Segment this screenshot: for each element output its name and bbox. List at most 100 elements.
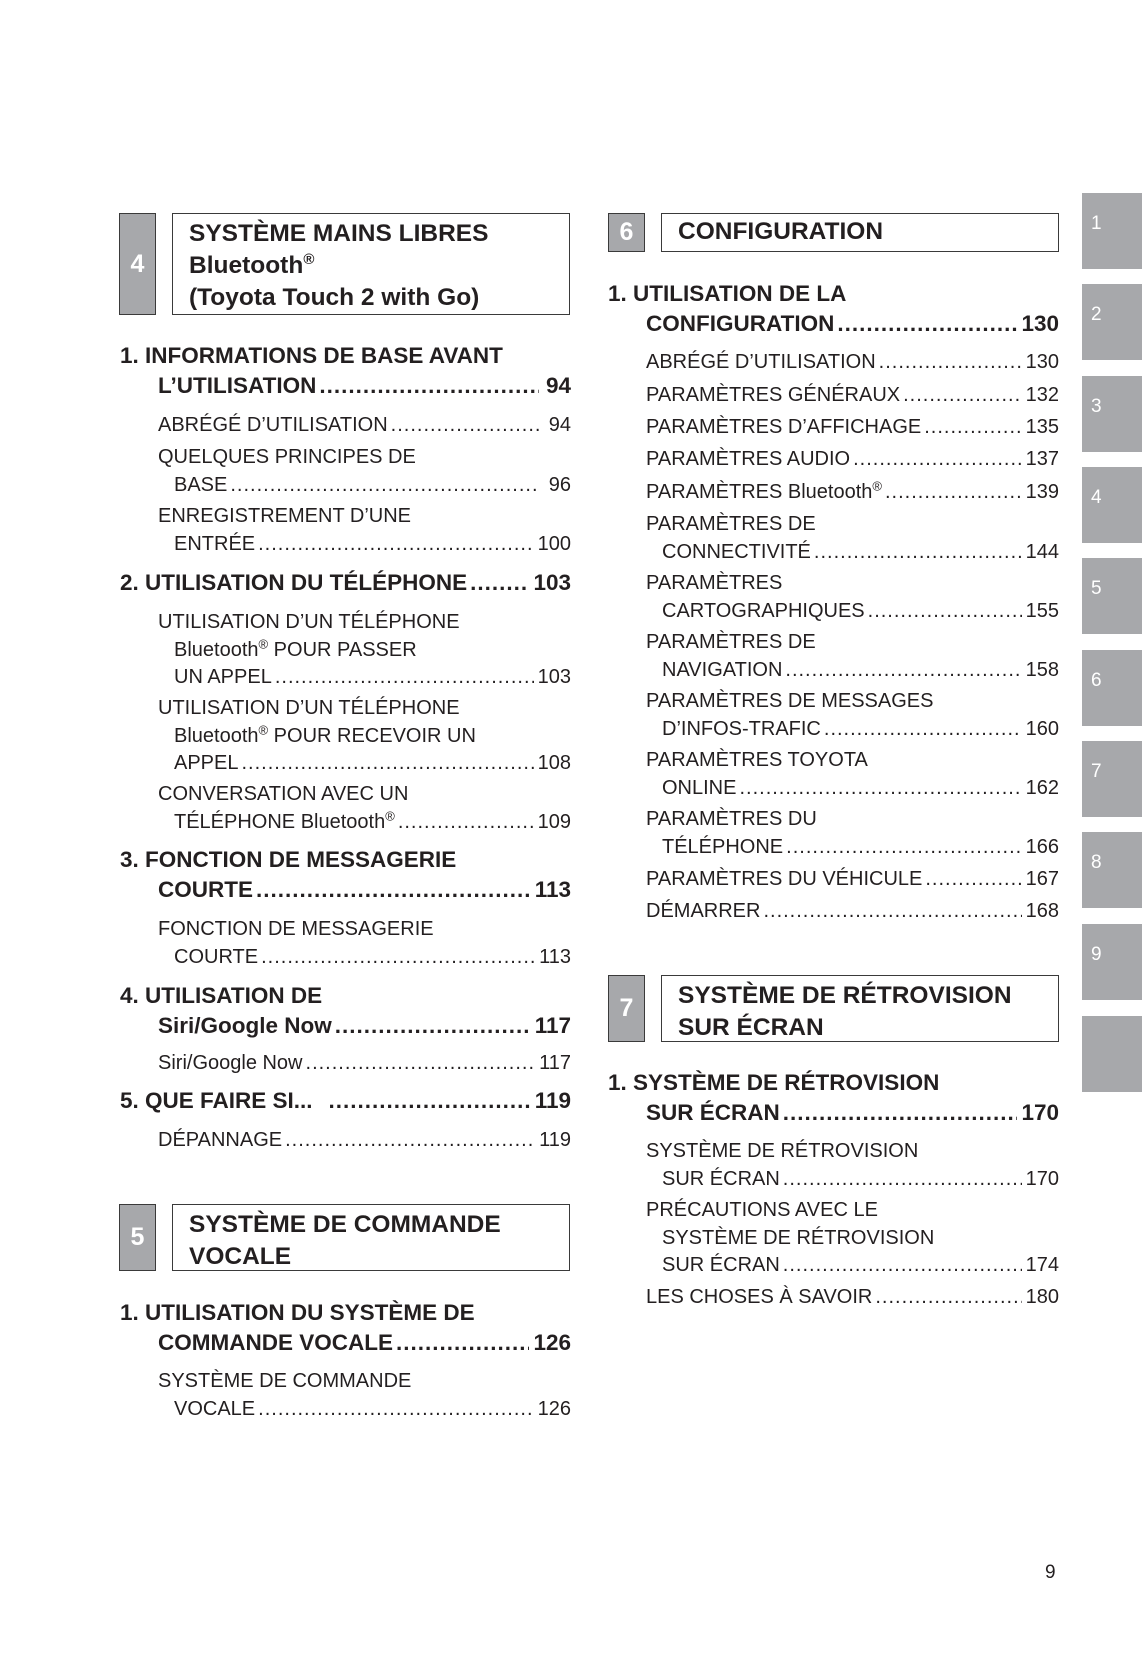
page-ref: 117 <box>539 1052 571 1074</box>
page-ref: 180 <box>1025 1286 1059 1308</box>
side-tab-label: 3 <box>1091 396 1102 417</box>
toc-item[interactable]: ABRÉGÉ D’UTILISATION 130 <box>646 349 1059 377</box>
page-ref: 108 <box>537 752 571 774</box>
item-title: UTILISATION D’UN TÉLÉPHONE <box>158 697 460 719</box>
toc-item[interactable]: PARAMÈTRES DE MESSAGES D’INFOS-TRAFIC 160 <box>646 688 1059 743</box>
toc-item[interactable]: PRÉCAUTIONS AVEC LE SYSTÈME DE RÉTROVISI… <box>646 1197 1059 1280</box>
leader-dots <box>924 414 1021 442</box>
leader-dots <box>837 309 1017 339</box>
page-ref: 155 <box>1025 599 1059 622</box>
side-tab-label: 1 <box>1091 213 1102 234</box>
item-title: ABRÉGÉ D’UTILISATION <box>158 414 388 436</box>
section-title: 1. INFORMATIONS DE BASE AVANT <box>120 343 503 368</box>
section-title: CONFIGURATION <box>646 311 835 336</box>
side-tab-9[interactable]: 9 <box>1082 924 1142 1000</box>
toc-section[interactable]: 1. UTILISATION DU SYSTÈME DE COMMANDE VO… <box>120 1298 571 1358</box>
toc-item[interactable]: PARAMÈTRES DU TÉLÉPHONE 166 <box>646 806 1059 861</box>
leader-dots <box>783 1098 1018 1128</box>
page-ref: 135 <box>1025 416 1059 438</box>
chapter-number-badge[interactable]: 7 <box>608 975 645 1042</box>
toc-item[interactable]: PARAMÈTRES TOYOTA ONLINE 162 <box>646 747 1059 802</box>
item-title: Siri/Google Now <box>158 1052 303 1074</box>
toc-item[interactable]: DÉPANNAGE 119 <box>158 1127 571 1155</box>
toc-item[interactable]: PARAMÈTRES CARTOGRAPHIQUES 155 <box>646 570 1059 625</box>
side-tab-1[interactable]: 1 <box>1082 193 1142 269</box>
item-title: PARAMÈTRES DE <box>646 513 816 535</box>
leader-dots <box>306 1050 536 1078</box>
page-ref: 158 <box>1025 658 1059 681</box>
section-title: 4. UTILISATION DE <box>120 983 323 1008</box>
section-title: COURTE <box>158 877 253 902</box>
section-title: COMMANDE VOCALE <box>158 1330 393 1355</box>
toc-item[interactable]: SYSTÈME DE RÉTROVISION SUR ÉCRAN 170 <box>646 1138 1059 1193</box>
toc-item[interactable]: ABRÉGÉ D’UTILISATION 94 <box>158 412 571 440</box>
side-tab-5[interactable]: 5 <box>1082 558 1142 634</box>
leader-dots <box>739 775 1021 803</box>
item-title: CONVERSATION AVEC UN <box>158 783 409 805</box>
chapter-number-badge[interactable]: 4 <box>119 213 156 315</box>
toc-item[interactable]: QUELQUES PRINCIPES DE BASE 96 <box>158 444 571 499</box>
chapter-number-badge[interactable]: 6 <box>608 213 645 252</box>
leader-dots <box>335 1011 531 1041</box>
side-tab-4[interactable]: 4 <box>1082 467 1142 543</box>
leader-dots <box>868 598 1022 626</box>
leader-dots <box>925 866 1021 894</box>
leader-dots <box>879 349 1022 377</box>
page-ref: 174 <box>1025 1254 1059 1276</box>
toc-section[interactable]: 4. UTILISATION DE Siri/Google Now 117 <box>120 981 571 1041</box>
page-ref: 94 <box>545 373 571 398</box>
leader-dots <box>319 371 539 401</box>
item-title: PARAMÈTRES DE MESSAGES <box>646 690 934 712</box>
toc-item[interactable]: CONVERSATION AVEC UN TÉLÉPHONE Bluetooth… <box>158 781 571 836</box>
item-title: PARAMÈTRES DU VÉHICULE <box>646 868 923 890</box>
side-tab-2[interactable]: 2 <box>1082 284 1142 360</box>
leader-dots <box>785 657 1021 685</box>
toc-section[interactable]: 5. QUE FAIRE SI... 119 <box>120 1086 571 1116</box>
item-title: CARTOGRAPHIQUES <box>662 599 865 622</box>
toc-item[interactable]: SYSTÈME DE COMMANDE VOCALE 126 <box>158 1368 571 1423</box>
registered-mark: ® <box>385 807 395 823</box>
chapter-title-line: SYSTÈME MAINS LIBRES <box>189 220 489 247</box>
item-title: DÉPANNAGE <box>158 1129 283 1151</box>
toc-item[interactable]: PARAMÈTRES DE NAVIGATION 158 <box>646 629 1059 684</box>
toc-item[interactable]: UTILISATION D’UN TÉLÉPHONE Bluetooth® PO… <box>158 695 571 778</box>
item-title: PARAMÈTRES DE <box>646 631 816 653</box>
leader-dots <box>824 716 1022 744</box>
side-tab-label: 6 <box>1091 670 1102 691</box>
toc-section[interactable]: 1. INFORMATIONS DE BASE AVANT L’UTILISAT… <box>120 341 571 401</box>
toc-item[interactable]: Siri/Google Now 117 <box>158 1050 571 1078</box>
toc-item[interactable]: FONCTION DE MESSAGERIE COURTE 113 <box>158 916 571 971</box>
item-title: ENTRÉE <box>174 532 256 555</box>
side-tab-7[interactable]: 7 <box>1082 741 1142 817</box>
page-ref: 103 <box>533 570 571 595</box>
toc-item[interactable]: LES CHOSES À SAVOIR 180 <box>646 1284 1059 1312</box>
item-title: FONCTION DE MESSAGERIE <box>158 918 434 940</box>
toc-item[interactable]: PARAMÈTRES DE CONNECTIVITÉ 144 <box>646 511 1059 566</box>
toc-section[interactable]: 1. SYSTÈME DE RÉTROVISION SUR ÉCRAN 170 <box>608 1068 1059 1128</box>
item-title: PARAMÈTRES GÉNÉRAUX <box>646 384 901 406</box>
side-tab-3[interactable]: 3 <box>1082 376 1142 452</box>
chapter-title-line: (Toyota Touch 2 with Go) <box>189 284 480 311</box>
toc-section[interactable]: 2. UTILISATION DU TÉLÉPHONE 103 <box>120 568 571 598</box>
toc-item[interactable]: PARAMÈTRES DU VÉHICULE 167 <box>646 866 1059 894</box>
chapter-title-box: SYSTÈME DE COMMANDE VOCALE <box>172 1204 570 1271</box>
toc-item[interactable]: DÉMARRER 168 <box>646 898 1059 926</box>
side-tab-label: 5 <box>1091 578 1102 599</box>
page-ref: 139 <box>1025 481 1059 503</box>
toc-item[interactable]: PARAMÈTRES AUDIO 137 <box>646 446 1059 474</box>
toc-item[interactable]: PARAMÈTRES Bluetooth® 139 <box>646 479 1059 507</box>
toc-section[interactable]: 1. UTILISATION DE LA CONFIGURATION 130 <box>608 279 1059 339</box>
page-ref: 144 <box>1025 540 1059 563</box>
side-tab-8[interactable]: 8 <box>1082 832 1142 908</box>
toc-item[interactable]: PARAMÈTRES GÉNÉRAUX 132 <box>646 382 1059 410</box>
toc-item[interactable]: ENREGISTREMENT D’UNE ENTRÉE 100 <box>158 503 571 558</box>
toc-section[interactable]: 3. FONCTION DE MESSAGERIE COURTE 113 <box>120 845 571 905</box>
side-tab-blank[interactable] <box>1082 1016 1142 1092</box>
page-ref: 94 <box>548 414 571 436</box>
chapter-title-line: VOCALE <box>189 1243 292 1270</box>
chapter-number-badge[interactable]: 5 <box>119 1204 156 1271</box>
side-tab-6[interactable]: 6 <box>1082 650 1142 726</box>
toc-item[interactable]: UTILISATION D’UN TÉLÉPHONE Bluetooth® PO… <box>158 609 571 692</box>
chapter-title-box: SYSTÈME MAINS LIBRES Bluetooth® (Toyota … <box>172 213 570 315</box>
toc-item[interactable]: PARAMÈTRES D’AFFICHAGE 135 <box>646 414 1059 442</box>
